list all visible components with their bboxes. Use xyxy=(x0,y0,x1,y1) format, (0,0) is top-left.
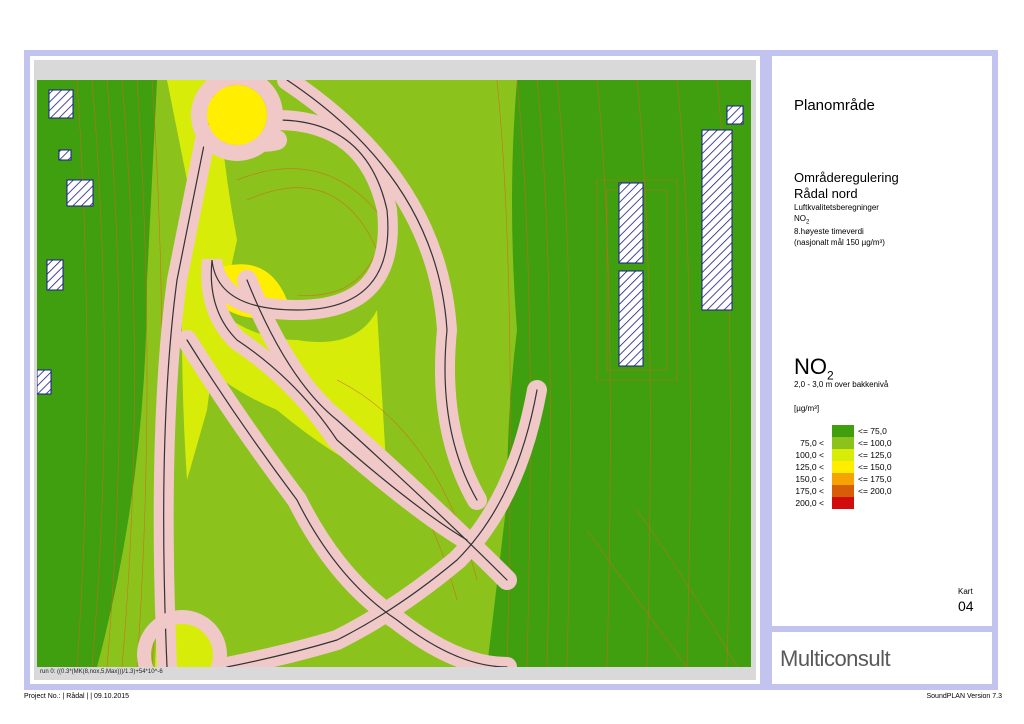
company-logo: Multiconsult xyxy=(780,646,891,671)
legend-class-lower: 125,0 < xyxy=(795,462,824,472)
legend-class-swatch xyxy=(832,473,854,485)
height-text: 2,0 - 3,0 m over bakkenivå xyxy=(794,380,889,389)
footer-project-info: Project No.: | Rådal | | 09.10.2015 xyxy=(24,693,130,700)
kart-number: 04 xyxy=(958,598,974,614)
legend-class-swatch xyxy=(832,485,854,497)
legend-class-lower: 175,0 < xyxy=(795,486,824,496)
legend-class-swatch xyxy=(832,437,854,449)
legend-class-upper: <= 200,0 xyxy=(858,486,892,496)
unit-text: [µg/m³] xyxy=(794,404,820,413)
legend-class-lower: 150,0 < xyxy=(795,474,824,484)
legend-panel xyxy=(772,56,992,626)
legend-subtitle-1: Områderegulering xyxy=(794,170,899,185)
legend-class-swatch xyxy=(832,449,854,461)
parameter-main: NO xyxy=(794,354,827,379)
legend-class-upper: <= 175,0 xyxy=(858,474,892,484)
legend-line-3: 8.høyeste timeverdi xyxy=(794,227,864,236)
legend-class-row: 175,0 < <= 200,0 xyxy=(790,485,920,497)
legend-class-row: 200,0 < xyxy=(790,497,920,509)
legend-class-lower: 200,0 < xyxy=(795,498,824,508)
legend-class-swatch xyxy=(832,425,854,437)
legend-line-4: (nasjonalt mål 150 µg/m³) xyxy=(794,238,885,247)
legend-title: Planområde xyxy=(794,97,875,114)
legend-class-upper: <= 100,0 xyxy=(858,438,892,448)
legend-class-row: 75,0 < <= 100,0 xyxy=(790,437,920,449)
legend-line-2-main: NO xyxy=(794,214,806,223)
legend-class-row: <= 75,0 xyxy=(790,425,920,437)
footer-software-version: SoundPLAN Version 7.3 xyxy=(926,693,1003,700)
run-caption: run 0: ((0.3*(MK(8,nox,5,Max)))/1.3)+54*… xyxy=(40,669,163,675)
roundabout-island xyxy=(207,85,267,145)
legend-subtitle-2: Rådal nord xyxy=(794,186,858,201)
parameter-name: NO2 xyxy=(794,354,834,382)
kart-label: Kart xyxy=(958,587,973,596)
legend-class-upper: <= 125,0 xyxy=(858,450,892,460)
concentration-map[interactable] xyxy=(37,80,751,667)
legend-class-swatch xyxy=(832,461,854,473)
legend-class-swatch xyxy=(832,497,854,509)
legend-class-upper: <= 150,0 xyxy=(858,462,892,472)
legend-class-lower: 75,0 < xyxy=(800,438,824,448)
legend-line-1: Luftkvalitetsberegninger xyxy=(794,203,879,212)
legend-class-row: 150,0 < <= 175,0 xyxy=(790,473,920,485)
legend-class-row: 100,0 < <= 125,0 xyxy=(790,449,920,461)
legend-class-upper: <= 75,0 xyxy=(858,426,887,436)
legend-class-lower: 100,0 < xyxy=(795,450,824,460)
legend-class-row: 125,0 < <= 150,0 xyxy=(790,461,920,473)
legend-line-2: NO2 xyxy=(794,214,809,228)
legend-line-2-sub: 2 xyxy=(806,219,810,226)
